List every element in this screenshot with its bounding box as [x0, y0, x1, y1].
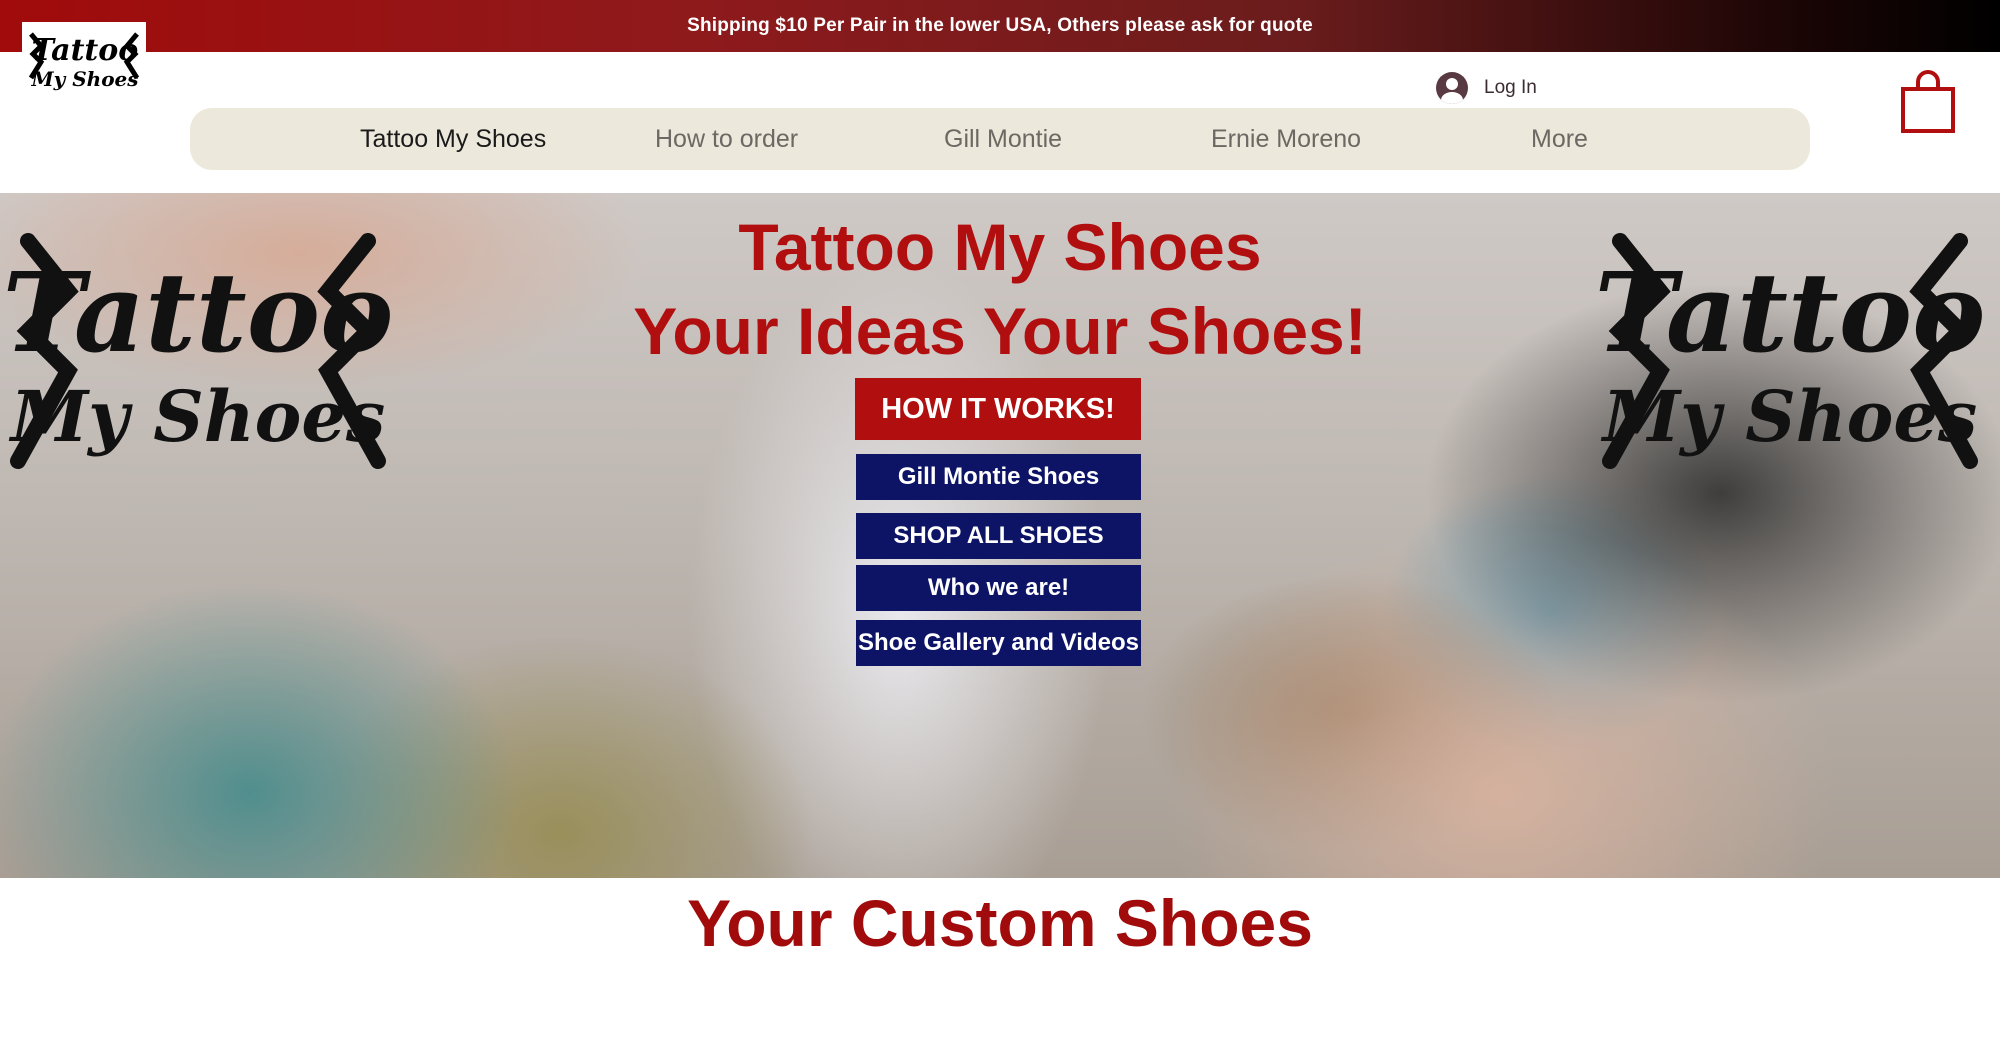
how-it-works-button[interactable]: HOW IT WORKS! [855, 378, 1141, 440]
hero-subtitle: Your Ideas Your Shoes! [633, 294, 1367, 368]
who-we-are-button[interactable]: Who we are! [856, 565, 1141, 611]
nav-item-gill-montie[interactable]: Gill Montie [944, 108, 1062, 170]
hero-title: Tattoo My Shoes [738, 210, 1262, 284]
section-title: Your Custom Shoes [687, 886, 1313, 960]
tattoo-my-shoes-logo: Tattoo My Shoes [28, 32, 140, 91]
shipping-banner: Shipping $10 Per Pair in the lower USA, … [0, 0, 2000, 52]
logo-line1: Tattoo [32, 33, 139, 68]
logo-line2: My Shoes [30, 67, 138, 91]
login-label: Log In [1484, 77, 1537, 98]
hero-logo-right-line2: My Shoes [1601, 375, 1978, 458]
shipping-banner-text: Shipping $10 Per Pair in the lower USA, … [687, 15, 1313, 36]
nav-item-more[interactable]: More [1531, 108, 1588, 170]
shop-all-shoes-button[interactable]: SHOP ALL SHOES [856, 513, 1141, 559]
hero-logo-left-line2: My Shoes [9, 375, 386, 458]
nav-item-tattoo-my-shoes[interactable]: Tattoo My Shoes [360, 108, 546, 170]
site-logo[interactable]: Tattoo My Shoes [22, 22, 146, 102]
shopping-bag-icon[interactable] [1900, 70, 1956, 134]
gill-montie-shoes-button[interactable]: Gill Montie Shoes [856, 454, 1141, 500]
login-button[interactable]: Log In [1436, 70, 1537, 106]
shoe-gallery-videos-button[interactable]: Shoe Gallery and Videos [856, 620, 1141, 666]
hero-section: Tattoo My Shoes Tattoo My Shoes Tattoo M… [0, 193, 2000, 878]
main-nav: Tattoo My Shoes How to order Gill Montie… [190, 108, 1810, 170]
user-avatar-icon [1436, 72, 1468, 104]
nav-item-ernie-moreno[interactable]: Ernie Moreno [1211, 108, 1361, 170]
nav-item-how-to-order[interactable]: How to order [655, 108, 798, 170]
